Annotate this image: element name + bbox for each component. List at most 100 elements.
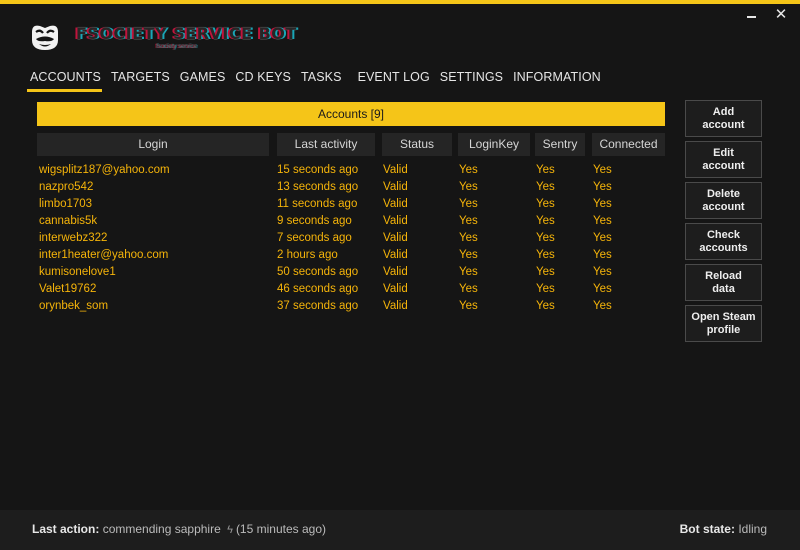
table-row[interactable]: wigsplitz187@yahoo.com 15 seconds ago Vali… <box>37 162 665 179</box>
cell-sentry: Yes <box>536 215 555 227</box>
cell-connected: Yes <box>593 198 612 210</box>
tab-settings[interactable]: SETTINGS <box>440 70 503 90</box>
table-row[interactable]: kumisonelove1 50 seconds ago Valid Yes Yes Ye… <box>37 264 665 281</box>
cell-connected: Yes <box>593 283 612 295</box>
tab-games[interactable]: GAMES <box>180 70 226 90</box>
cell-status: Valid <box>383 283 408 295</box>
cell-connected: Yes <box>593 215 612 227</box>
cell-login: Valet19762 <box>39 283 97 295</box>
cell-status: Valid <box>383 249 408 261</box>
column-header-sentry[interactable]: Sentry <box>535 133 585 156</box>
add-account-button[interactable]: Add account <box>685 100 762 137</box>
cell-sentry: Yes <box>536 266 555 278</box>
cell-loginkey: Yes <box>459 198 478 210</box>
column-header-status[interactable]: Status <box>382 133 452 156</box>
cell-sentry: Yes <box>536 300 555 312</box>
cell-login: wigsplitz187@yahoo.com <box>39 164 170 176</box>
delete-account-button-label: Delete account <box>702 187 745 213</box>
cell-connected: Yes <box>593 300 612 312</box>
cell-status: Valid <box>383 181 408 193</box>
cell-last-activity: 9 seconds ago <box>277 215 352 227</box>
cell-last-activity: 46 seconds ago <box>277 283 359 295</box>
bot-state-label: Bot state: <box>679 522 735 536</box>
cell-connected: Yes <box>593 249 612 261</box>
bot-state-value: Idling <box>738 522 767 536</box>
reload-data-button-label: Reload data <box>705 269 742 295</box>
reload-data-button[interactable]: Reload data <box>685 264 762 301</box>
cell-loginkey: Yes <box>459 164 478 176</box>
table-row[interactable]: cannabis5k 9 seconds ago Valid Yes Yes Yes <box>37 213 665 230</box>
column-header-login[interactable]: Login <box>37 133 269 156</box>
cell-status: Valid <box>383 232 408 244</box>
delete-account-button[interactable]: Delete account <box>685 182 762 219</box>
brand-title: FSOCIETY SERVICE BOT <box>76 24 297 43</box>
cell-last-activity: 7 seconds ago <box>277 232 352 244</box>
cell-loginkey: Yes <box>459 232 478 244</box>
table-row[interactable]: interwebz322 7 seconds ago Valid Yes Yes Yes <box>37 230 665 247</box>
cell-login: kumisonelove1 <box>39 266 116 278</box>
table-row[interactable]: limbo1703 11 seconds ago Valid Yes Yes Yes <box>37 196 665 213</box>
cell-status: Valid <box>383 198 408 210</box>
cell-last-activity: 11 seconds ago <box>277 198 358 210</box>
cell-login: nazpro542 <box>39 181 94 193</box>
column-header-loginkey[interactable]: LoginKey <box>458 133 530 156</box>
open-steam-profile-button-label: Open Steam profile <box>691 310 756 336</box>
check-accounts-button-label: Check accounts <box>699 228 748 254</box>
column-header-last-activity[interactable]: Last activity <box>277 133 375 156</box>
tab-accounts[interactable]: ACCOUNTS <box>30 70 101 90</box>
cell-last-activity: 2 hours ago <box>277 249 338 261</box>
minimize-button[interactable] <box>744 8 758 22</box>
active-tab-indicator <box>27 89 102 92</box>
table-row[interactable]: inter1heater@yahoo.com 2 hours ago Valid Ye… <box>37 247 665 264</box>
cell-login: inter1heater@yahoo.com <box>39 249 169 261</box>
cell-loginkey: Yes <box>459 181 478 193</box>
cell-status: Valid <box>383 164 408 176</box>
cell-login: limbo1703 <box>39 198 93 210</box>
table-row[interactable]: orynbek_som 37 seconds ago Valid Yes Yes Yes <box>37 298 665 315</box>
edit-account-button-label: Edit account <box>702 146 745 172</box>
cell-login: interwebz322 <box>39 232 108 244</box>
cell-sentry: Yes <box>536 198 555 210</box>
cell-last-activity: 37 seconds ago <box>277 300 359 312</box>
last-action: Last action: commending sapphire ϟ (15 mi… <box>32 522 326 536</box>
cell-last-activity: 13 seconds ago <box>277 181 359 193</box>
open-steam-profile-button[interactable]: Open Steam profile <box>685 305 762 342</box>
cell-connected: Yes <box>593 164 612 176</box>
cell-last-activity: 15 seconds ago <box>277 164 359 176</box>
action-buttons: Add account Edit account Delete account … <box>685 100 762 346</box>
cell-loginkey: Yes <box>459 283 478 295</box>
cell-loginkey: Yes <box>459 249 478 261</box>
top-accent-bar <box>0 0 800 4</box>
close-button[interactable]: ✕ <box>774 7 788 22</box>
tab-event-log[interactable]: EVENT LOG <box>358 70 430 90</box>
table-row[interactable]: nazpro542 13 seconds ago Valid Yes Yes Yes <box>37 179 665 196</box>
cell-status: Valid <box>383 215 408 227</box>
tab-cd-keys[interactable]: CD KEYS <box>235 70 291 90</box>
add-account-button-label: Add account <box>702 105 745 131</box>
cell-login: cannabis5k <box>39 215 98 227</box>
status-bar: Last action: commending sapphire ϟ (15 mi… <box>0 510 800 550</box>
brand-subtitle: fsociety service <box>156 44 198 50</box>
bot-state: Bot state: Idling <box>680 522 767 536</box>
cell-status: Valid <box>383 300 408 312</box>
check-accounts-button[interactable]: Check accounts <box>685 223 762 260</box>
cell-login: orynbek_som <box>39 300 109 312</box>
edit-account-button[interactable]: Edit account <box>685 141 762 178</box>
cell-sentry: Yes <box>536 232 555 244</box>
last-action-label: Last action: <box>32 522 100 536</box>
accounts-panel-header: Accounts [9] <box>37 102 665 126</box>
table-row[interactable]: Valet19762 46 seconds ago Valid Yes Yes Yes <box>37 281 665 298</box>
column-header-connected[interactable]: Connected <box>592 133 665 156</box>
cell-sentry: Yes <box>536 164 555 176</box>
accounts-table-body: wigsplitz187@yahoo.com 15 seconds ago Vali… <box>37 162 665 315</box>
tab-tasks[interactable]: TASKS <box>301 70 342 90</box>
tab-targets[interactable]: TARGETS <box>111 70 170 90</box>
cell-connected: Yes <box>593 181 612 193</box>
lightning-bolt-icon: ϟ <box>227 524 233 536</box>
cell-sentry: Yes <box>536 181 555 193</box>
main-nav: ACCOUNTS TARGETS GAMES CD KEYS TASKS EVE… <box>30 70 611 90</box>
cell-loginkey: Yes <box>459 300 478 312</box>
tab-information[interactable]: INFORMATION <box>513 70 601 90</box>
cell-loginkey: Yes <box>459 266 478 278</box>
brand: FSOCIETY SERVICE BOT fsociety service <box>76 24 297 50</box>
